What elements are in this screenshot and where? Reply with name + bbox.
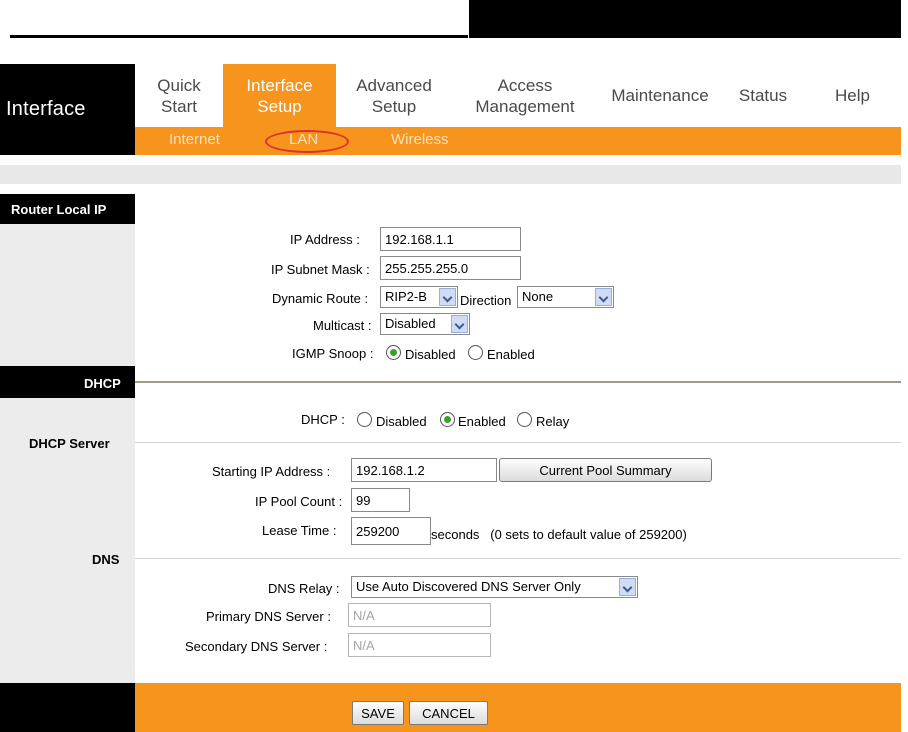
nav-help[interactable]: Help bbox=[804, 64, 901, 127]
nav-status[interactable]: Status bbox=[722, 64, 804, 127]
cancel-button[interactable]: CANCEL bbox=[409, 701, 488, 725]
nav-label: Advanced bbox=[356, 75, 432, 95]
dns-relay-label: DNS Relay : bbox=[268, 581, 340, 596]
dynamic-route-label: Dynamic Route : bbox=[272, 291, 369, 306]
nav-access-management[interactable]: Access Management bbox=[452, 64, 598, 127]
sub-nav: Internet LAN Wireless bbox=[135, 127, 901, 155]
radio-label: Disabled bbox=[405, 347, 456, 362]
chevron-down-icon bbox=[619, 578, 636, 596]
ip-address-input[interactable] bbox=[380, 227, 521, 251]
divider bbox=[135, 558, 901, 559]
spacer-band bbox=[0, 165, 901, 184]
dhcp-server-label: DHCP Server bbox=[29, 436, 110, 451]
nav-interface-setup[interactable]: Interface Setup bbox=[223, 64, 336, 127]
header-banner bbox=[469, 0, 900, 38]
nav-label: Help bbox=[835, 86, 870, 105]
lease-time-note: seconds (0 sets to default value of 2592… bbox=[431, 527, 687, 542]
pool-count-label: IP Pool Count : bbox=[255, 494, 343, 509]
subtab-internet[interactable]: Internet bbox=[169, 131, 220, 148]
chevron-down-icon bbox=[439, 288, 456, 306]
main-nav: Quick Start Interface Setup Advanced Setup … bbox=[135, 64, 901, 127]
select-value: RIP2-B bbox=[385, 289, 427, 304]
subnet-mask-label: IP Subnet Mask : bbox=[271, 262, 370, 277]
router-local-ip-header: Router Local IP bbox=[0, 194, 135, 224]
chevron-down-icon bbox=[595, 288, 612, 306]
footer-bar bbox=[135, 683, 901, 732]
divider bbox=[135, 381, 901, 383]
current-pool-summary-button[interactable]: Current Pool Summary bbox=[499, 458, 712, 482]
select-value: None bbox=[522, 289, 554, 304]
dhcp-mode-label: DHCP : bbox=[301, 412, 345, 427]
subtab-wireless[interactable]: Wireless bbox=[391, 131, 449, 148]
subtab-lan[interactable]: LAN bbox=[289, 131, 318, 148]
header-rule bbox=[10, 35, 468, 38]
secondary-dns-label: Secondary DNS Server : bbox=[185, 639, 328, 654]
dhcp-disabled-radio[interactable] bbox=[357, 412, 372, 427]
primary-dns-label: Primary DNS Server : bbox=[206, 609, 331, 624]
multicast-label: Multicast : bbox=[313, 318, 372, 333]
section-column bbox=[0, 194, 135, 732]
nav-section-title: Interface bbox=[0, 64, 135, 155]
section-title: Interface bbox=[6, 98, 86, 120]
igmp-snoop-label: IGMP Snoop : bbox=[292, 346, 374, 361]
dynamic-route-select[interactable]: RIP2-B bbox=[380, 286, 458, 308]
dhcp-enabled-radio[interactable] bbox=[440, 412, 455, 427]
nav-label: Management bbox=[475, 96, 575, 116]
subnet-mask-input[interactable] bbox=[380, 256, 521, 280]
dhcp-relay-radio[interactable] bbox=[517, 412, 532, 427]
secondary-dns-input[interactable] bbox=[348, 633, 491, 657]
multicast-select[interactable]: Disabled bbox=[380, 313, 470, 335]
nav-label: Setup bbox=[371, 96, 417, 116]
radio-label: Enabled bbox=[487, 347, 535, 362]
igmp-disabled-radio[interactable] bbox=[386, 345, 401, 360]
dhcp-header: DHCP bbox=[0, 366, 135, 398]
primary-dns-input[interactable] bbox=[348, 603, 491, 627]
nav-label: Maintenance bbox=[611, 86, 709, 105]
divider bbox=[135, 442, 901, 443]
nav-label: Status bbox=[738, 86, 788, 105]
section-label: DHCP bbox=[84, 376, 121, 391]
chevron-down-icon bbox=[451, 315, 468, 333]
radio-label: Disabled bbox=[376, 414, 427, 429]
radio-label: Enabled bbox=[458, 414, 506, 429]
nav-label: Start bbox=[161, 96, 197, 116]
lease-time-input[interactable] bbox=[351, 517, 431, 545]
pool-count-input[interactable] bbox=[351, 488, 410, 512]
starting-ip-label: Starting IP Address : bbox=[212, 464, 331, 479]
nav-label: Interface bbox=[246, 75, 313, 95]
save-button[interactable]: SAVE bbox=[352, 701, 404, 725]
section-label: Router Local IP bbox=[11, 202, 107, 217]
select-value: Disabled bbox=[385, 316, 436, 331]
nav-quick-start[interactable]: Quick Start bbox=[135, 64, 223, 127]
nav-label: Quick bbox=[157, 75, 201, 95]
radio-label: Relay bbox=[536, 414, 570, 429]
header-edge bbox=[900, 0, 901, 38]
igmp-enabled-radio[interactable] bbox=[468, 345, 483, 360]
lease-time-label: Lease Time : bbox=[262, 523, 337, 538]
nav-label: Setup bbox=[257, 96, 302, 116]
dns-relay-select[interactable]: Use Auto Discovered DNS Server Only bbox=[351, 576, 638, 598]
footer-left bbox=[0, 683, 135, 732]
nav-advanced-setup[interactable]: Advanced Setup bbox=[336, 64, 452, 127]
starting-ip-input[interactable] bbox=[351, 458, 497, 482]
dns-label: DNS bbox=[92, 552, 120, 567]
direction-label: Direction bbox=[460, 293, 512, 308]
nav-maintenance[interactable]: Maintenance bbox=[598, 64, 722, 127]
nav-label: Access bbox=[497, 75, 553, 95]
select-value: Use Auto Discovered DNS Server Only bbox=[356, 579, 581, 594]
direction-select[interactable]: None bbox=[517, 286, 614, 308]
ip-address-label: IP Address : bbox=[290, 232, 360, 247]
